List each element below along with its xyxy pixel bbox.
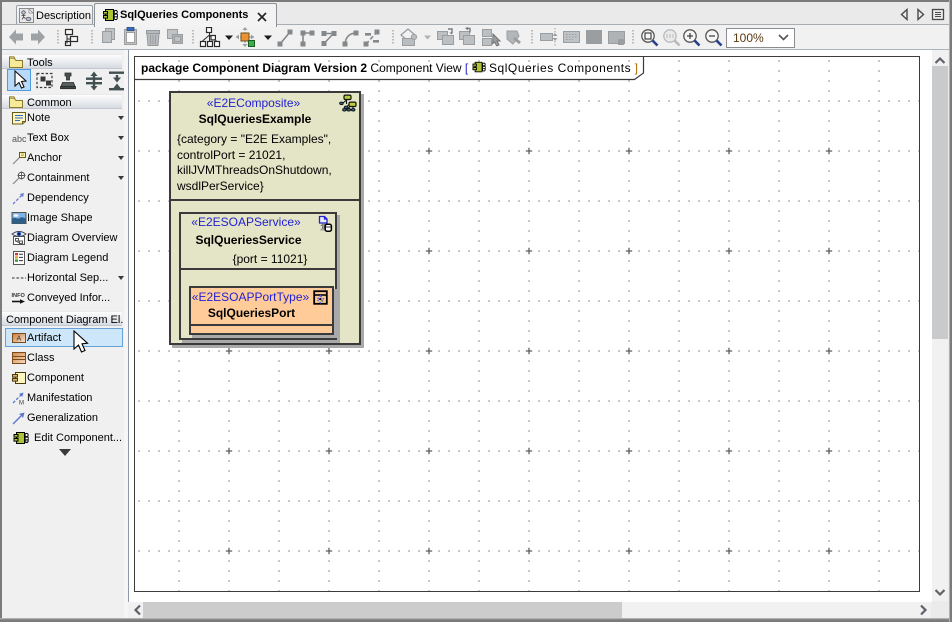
svg-text:abc: abc	[12, 134, 27, 144]
svg-text:INFO: INFO	[12, 293, 26, 299]
svg-text:100%: 100%	[733, 31, 764, 45]
svg-text:M: M	[19, 401, 24, 407]
svg-text:A: A	[17, 336, 22, 343]
